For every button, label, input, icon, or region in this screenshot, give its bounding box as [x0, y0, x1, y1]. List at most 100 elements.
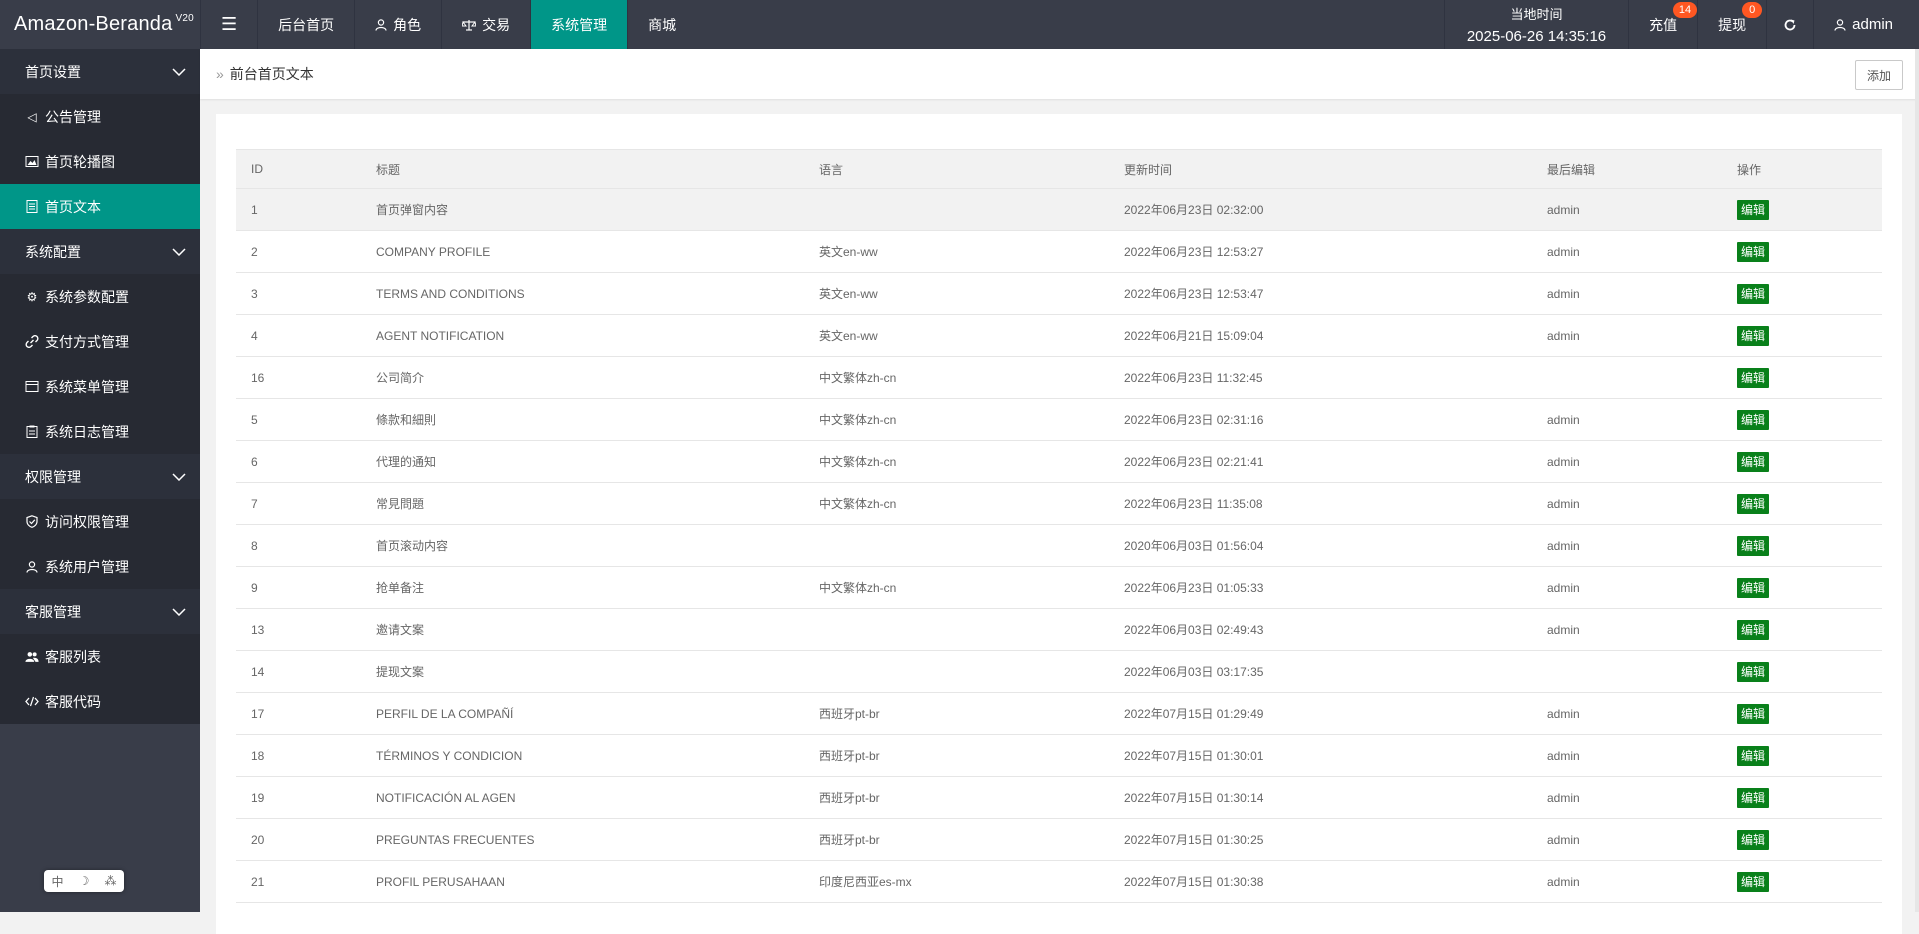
table-row: 14 提现文案 2022年06月03日 03:17:35 编辑 [236, 650, 1882, 693]
edit-button[interactable]: 编辑 [1737, 703, 1770, 724]
ime-moon-icon[interactable]: ☽ [79, 874, 90, 888]
cell-updated: 2022年06月23日 02:32:00 [1109, 188, 1532, 231]
cell-title: 首页滚动内容 [361, 524, 804, 567]
edit-button[interactable]: 编辑 [1737, 283, 1770, 304]
edit-button[interactable]: 编辑 [1737, 829, 1770, 850]
cell-title: COMPANY PROFILE [361, 230, 804, 273]
sidebar-item-payment-methods[interactable]: 支付方式管理 [0, 319, 200, 364]
table-row: 1 首页弹窗内容 2022年06月23日 02:32:00 admin 编辑 [236, 188, 1882, 231]
ime-chinese-icon[interactable]: 中 [52, 873, 64, 890]
table-row: 2 COMPANY PROFILE 英文en-ww 2022年06月23日 12… [236, 230, 1882, 273]
sidebar-item-system-menu[interactable]: 系统菜单管理 [0, 364, 200, 409]
sidebar: 首页设置 ◁ 公告管理 首页轮播图 首页文本 系统配置 ⚙ 系统参数配置 支付方… [0, 49, 200, 912]
cell-id: 9 [236, 566, 361, 609]
nav-item-roles[interactable]: 角色 [354, 0, 441, 49]
recharge-button[interactable]: 充值 14 [1628, 0, 1698, 49]
sidebar-item-cs-list[interactable]: 客服列表 [0, 634, 200, 679]
edit-button[interactable]: 编辑 [1737, 241, 1770, 262]
sidebar-group-home-settings[interactable]: 首页设置 [0, 49, 200, 94]
nav-item-dashboard[interactable]: 后台首页 [257, 0, 354, 49]
edit-button[interactable]: 编辑 [1737, 325, 1770, 346]
cell-actions: 编辑 [1722, 440, 1882, 483]
cell-editor: admin [1532, 692, 1722, 735]
sidebar-toggle-button[interactable]: ☰ [200, 0, 257, 49]
sidebar-group-customer-service[interactable]: 客服管理 [0, 589, 200, 634]
add-button[interactable]: 添加 [1854, 60, 1903, 90]
cell-id: 13 [236, 608, 361, 651]
page-scrollbar-edge [1915, 49, 1919, 912]
edit-button[interactable]: 编辑 [1737, 787, 1770, 808]
sidebar-item-system-users[interactable]: 系统用户管理 [0, 544, 200, 589]
column-header-id: ID [236, 149, 361, 189]
double-chevron-right-icon: » [216, 66, 224, 82]
sidebar-item-label: 系统菜单管理 [45, 378, 129, 395]
table-row: 3 TERMS AND CONDITIONS 英文en-ww 2022年06月2… [236, 272, 1882, 315]
table-row: 13 邀请文案 2022年06月03日 02:49:43 admin 编辑 [236, 608, 1882, 651]
sidebar-item-system-log[interactable]: 系统日志管理 [0, 409, 200, 454]
cell-id: 14 [236, 650, 361, 693]
refresh-button[interactable] [1766, 0, 1813, 49]
chevron-down-icon [172, 67, 186, 76]
cell-actions: 编辑 [1722, 776, 1882, 819]
sidebar-group-label: 首页设置 [25, 63, 81, 80]
sidebar-item-label: 支付方式管理 [45, 333, 129, 350]
scale-icon [462, 19, 477, 31]
document-icon [26, 200, 38, 213]
edit-button[interactable]: 编辑 [1737, 367, 1770, 388]
cell-updated: 2022年07月15日 01:30:01 [1109, 734, 1532, 777]
column-header-actions: 操作 [1722, 149, 1882, 189]
sidebar-item-label: 首页轮播图 [45, 153, 115, 170]
cell-editor: admin [1532, 230, 1722, 273]
edit-button[interactable]: 编辑 [1737, 409, 1770, 430]
cell-id: 6 [236, 440, 361, 483]
table-row: 4 AGENT NOTIFICATION 英文en-ww 2022年06月21日… [236, 314, 1882, 357]
cell-updated: 2020年06月03日 01:56:04 [1109, 524, 1532, 567]
cell-language: 中文繁体zh-cn [804, 440, 1109, 483]
ime-toolbar[interactable]: 中 ☽ ⁂ [44, 870, 124, 892]
sidebar-item-announcements[interactable]: ◁ 公告管理 [0, 94, 200, 139]
nav-item-trade[interactable]: 交易 [441, 0, 530, 49]
nav-item-system[interactable]: 系统管理 [530, 0, 628, 49]
edit-button[interactable]: 编辑 [1737, 199, 1770, 220]
cell-language [804, 608, 1109, 651]
edit-button[interactable]: 编辑 [1737, 871, 1770, 892]
nav-item-mall[interactable]: 商城 [627, 0, 696, 49]
cell-language: 英文en-ww [804, 230, 1109, 273]
sidebar-item-access-permissions[interactable]: 访问权限管理 [0, 499, 200, 544]
withdraw-button[interactable]: 提现 0 [1697, 0, 1766, 49]
sidebar-group-system-config[interactable]: 系统配置 [0, 229, 200, 274]
edit-button[interactable]: 编辑 [1737, 493, 1770, 514]
edit-button[interactable]: 编辑 [1737, 535, 1770, 556]
edit-button[interactable]: 编辑 [1737, 619, 1770, 640]
cell-id: 7 [236, 482, 361, 525]
recharge-badge: 14 [1672, 2, 1698, 18]
edit-button[interactable]: 编辑 [1737, 661, 1770, 682]
sidebar-item-label: 首页文本 [45, 198, 101, 215]
edit-button[interactable]: 编辑 [1737, 451, 1770, 472]
sidebar-group-permissions[interactable]: 权限管理 [0, 454, 200, 499]
cell-id: 8 [236, 524, 361, 567]
sidebar-item-carousel[interactable]: 首页轮播图 [0, 139, 200, 184]
sidebar-item-cs-code[interactable]: 客服代码 [0, 679, 200, 724]
cell-updated: 2022年06月23日 11:32:45 [1109, 356, 1532, 399]
cell-editor: admin [1532, 482, 1722, 525]
cell-updated: 2022年06月23日 02:31:16 [1109, 398, 1532, 441]
cell-actions: 编辑 [1722, 272, 1882, 315]
sidebar-item-home-text[interactable]: 首页文本 [0, 184, 200, 229]
nav-item-label: 系统管理 [551, 16, 608, 33]
cell-updated: 2022年06月23日 12:53:47 [1109, 272, 1532, 315]
edit-button[interactable]: 编辑 [1737, 577, 1770, 598]
sidebar-item-system-params[interactable]: ⚙ 系统参数配置 [0, 274, 200, 319]
chevron-down-icon [172, 472, 186, 481]
top-navbar: Amazon-Beranda V20 ☰ 后台首页 角色 交易 系统管理 商城 当… [0, 0, 1919, 49]
edit-button[interactable]: 编辑 [1737, 745, 1770, 766]
home-text-table: ID 标题 语言 更新时间 最后编辑 操作 1 首页弹窗内容 2022年06月2… [236, 149, 1882, 903]
cell-updated: 2022年06月21日 15:09:04 [1109, 314, 1532, 357]
breadcrumb: » 前台首页文本 添加 [200, 49, 1919, 99]
ime-punct-icon[interactable]: ⁂ [104, 874, 116, 888]
sidebar-item-label: 系统参数配置 [45, 288, 129, 305]
cell-updated: 2022年06月23日 12:53:27 [1109, 230, 1532, 273]
user-menu[interactable]: admin [1813, 0, 1919, 49]
cell-actions: 编辑 [1722, 524, 1882, 567]
brand-version: V20 [175, 13, 194, 24]
